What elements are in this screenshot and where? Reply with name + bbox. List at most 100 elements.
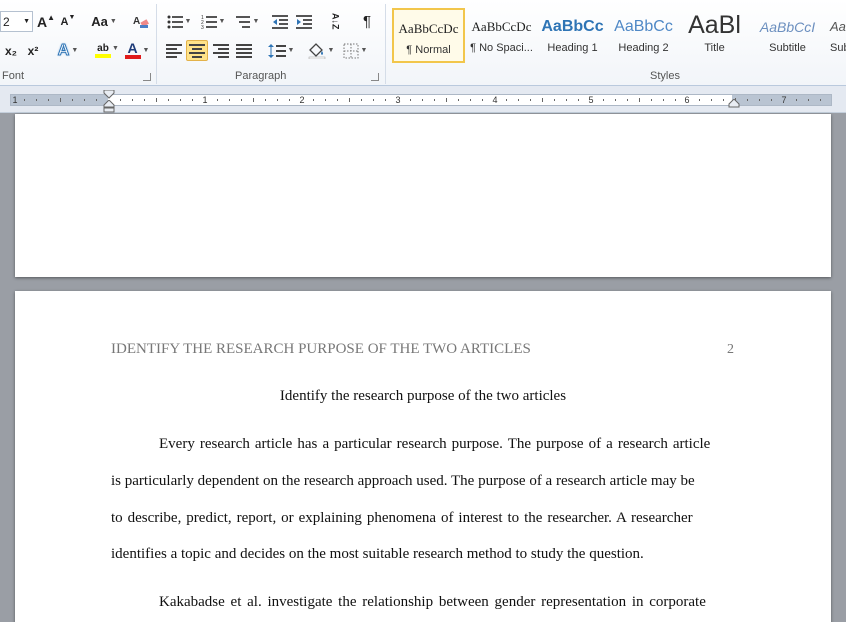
style-normal[interactable]: AaBbCcDc ¶ Normal	[392, 8, 465, 63]
style-name: Sub	[830, 42, 846, 54]
line-spacing-button[interactable]: ▼	[266, 40, 296, 61]
font-color-swatch	[124, 55, 141, 59]
running-head: IDENTIFY THE RESEARCH PURPOSE OF THE TWO…	[111, 341, 531, 357]
justify-button[interactable]	[233, 40, 255, 61]
ruler-tick	[506, 99, 508, 101]
decrease-indent-button[interactable]	[270, 11, 290, 32]
ruler-track: 1 1 2 3 4 5 6 7	[10, 94, 832, 106]
grow-font-button[interactable]: A ▲	[37, 11, 55, 32]
svg-text:A: A	[133, 16, 140, 27]
ruler-tick	[699, 99, 701, 101]
align-right-button[interactable]	[210, 40, 232, 61]
document-title: Identify the research purpose of the two…	[279, 388, 567, 404]
align-center-button[interactable]	[186, 40, 208, 61]
superscript-button[interactable]: x²	[24, 40, 42, 61]
ruler-tick	[542, 98, 544, 102]
ruler-tick	[349, 98, 351, 102]
bullets-button[interactable]: ▼	[164, 11, 194, 32]
font-color-button[interactable]: A ▼	[122, 40, 152, 61]
ruler-tick	[469, 99, 471, 101]
right-indent-marker-icon[interactable]	[728, 99, 740, 109]
increase-indent-button[interactable]	[294, 11, 314, 32]
highlight-label: ab	[97, 42, 109, 54]
ruler-tick	[313, 99, 315, 101]
style-name: Title	[704, 42, 725, 54]
style-heading-2[interactable]: AaBbCc Heading 2	[607, 8, 680, 63]
shading-button[interactable]: ▼	[306, 40, 336, 61]
sort-button[interactable]: A↓Z	[324, 11, 346, 32]
align-left-button[interactable]	[163, 40, 185, 61]
style-heading-1[interactable]: AaBbCc Heading 1	[536, 8, 609, 63]
font-size-box[interactable]: 2 ▼	[0, 11, 33, 32]
ruler-tick	[566, 99, 568, 101]
paint-bucket-icon	[308, 42, 325, 59]
clear-formatting-button[interactable]: A	[130, 11, 152, 32]
ruler-tick	[554, 99, 556, 101]
style-name: ¶ No Spaci...	[470, 42, 533, 54]
page-2[interactable]: IDENTIFY THE RESEARCH PURPOSE OF THE TWO…	[15, 291, 831, 622]
shrink-font-button[interactable]: A ▼	[59, 11, 77, 32]
ruler-tick	[711, 99, 713, 101]
ruler-number: 3	[395, 95, 401, 105]
multilevel-list-icon	[235, 15, 250, 28]
sort-icon: A↓Z	[330, 13, 341, 30]
ruler-tick	[578, 99, 580, 101]
ruler-tick	[144, 99, 146, 101]
multilevel-list-button[interactable]: ▼	[232, 11, 262, 32]
styles-group-label: Styles	[650, 70, 680, 82]
style-subtle-emphasis[interactable]: AaBbCcDc Sub	[824, 8, 846, 63]
pilcrow-icon: ¶	[362, 13, 372, 30]
borders-button[interactable]: ▼	[340, 40, 370, 61]
hanging-indent-marker-icon[interactable]	[103, 100, 115, 113]
show-formatting-marks-button[interactable]: ¶	[357, 11, 377, 32]
ruler-tick	[373, 99, 375, 101]
ruler-tick	[662, 99, 664, 101]
ruler-number: 2	[299, 95, 305, 105]
style-subtitle[interactable]: AaBbCcI Subtitle	[751, 8, 824, 63]
justify-icon	[236, 43, 252, 58]
style-name: ¶ Normal	[406, 44, 451, 56]
style-no-spacing[interactable]: AaBbCcDc ¶ No Spaci...	[465, 8, 538, 63]
ruler-tick	[337, 99, 339, 101]
ruler-tick	[457, 99, 459, 101]
group-separator	[156, 4, 157, 84]
font-dialog-launcher-icon[interactable]	[143, 73, 151, 81]
ruler-tick	[276, 99, 278, 101]
highlight-dropdown[interactable]: ▼	[112, 45, 119, 52]
align-right-icon	[213, 43, 229, 58]
font-size-value: 2	[3, 14, 10, 29]
ruler-tick	[759, 99, 761, 101]
style-sample: AaBbCcDc	[471, 19, 532, 34]
text-effects-button[interactable]: A ▼	[54, 40, 82, 61]
body-line: Kakabadse et al. investigate the relatio…	[159, 594, 706, 610]
ruler-number: 6	[684, 95, 690, 105]
paragraph-dialog-launcher-icon[interactable]	[371, 73, 379, 81]
ruler-tick	[288, 99, 290, 101]
ruler-tick	[723, 99, 725, 101]
ruler-tick	[228, 99, 230, 101]
font-color-icon: A	[124, 40, 141, 59]
style-title[interactable]: AaBl Title	[678, 8, 751, 63]
ruler-number: 4	[492, 95, 498, 105]
change-case-button[interactable]: Aa ▼	[89, 11, 119, 32]
superscript-icon: x²	[27, 43, 39, 58]
subscript-button[interactable]: x₂	[2, 40, 20, 61]
subscript-icon: x₂	[4, 43, 17, 58]
ruler-tick	[132, 99, 134, 101]
shrink-font-icon: A	[60, 15, 69, 28]
ruler-tick	[240, 99, 242, 101]
numbering-button[interactable]: 1 2 3 ▼	[198, 11, 228, 32]
ruler-tick	[23, 99, 25, 101]
clear-formatting-icon: A	[133, 16, 149, 28]
align-center-icon	[189, 43, 205, 58]
bullets-icon	[167, 15, 183, 28]
style-name: Heading 2	[618, 42, 669, 54]
font-color-label: A	[127, 40, 138, 56]
horizontal-ruler[interactable]: 1 1 2 3 4 5 6 7	[0, 86, 846, 113]
ruler-tick	[385, 99, 387, 101]
page-1-bottom[interactable]	[15, 114, 831, 277]
align-left-icon	[166, 43, 182, 58]
numbering-icon: 123	[201, 15, 217, 29]
first-line-indent-marker-icon[interactable]	[103, 90, 115, 100]
ruler-tick	[433, 99, 435, 101]
